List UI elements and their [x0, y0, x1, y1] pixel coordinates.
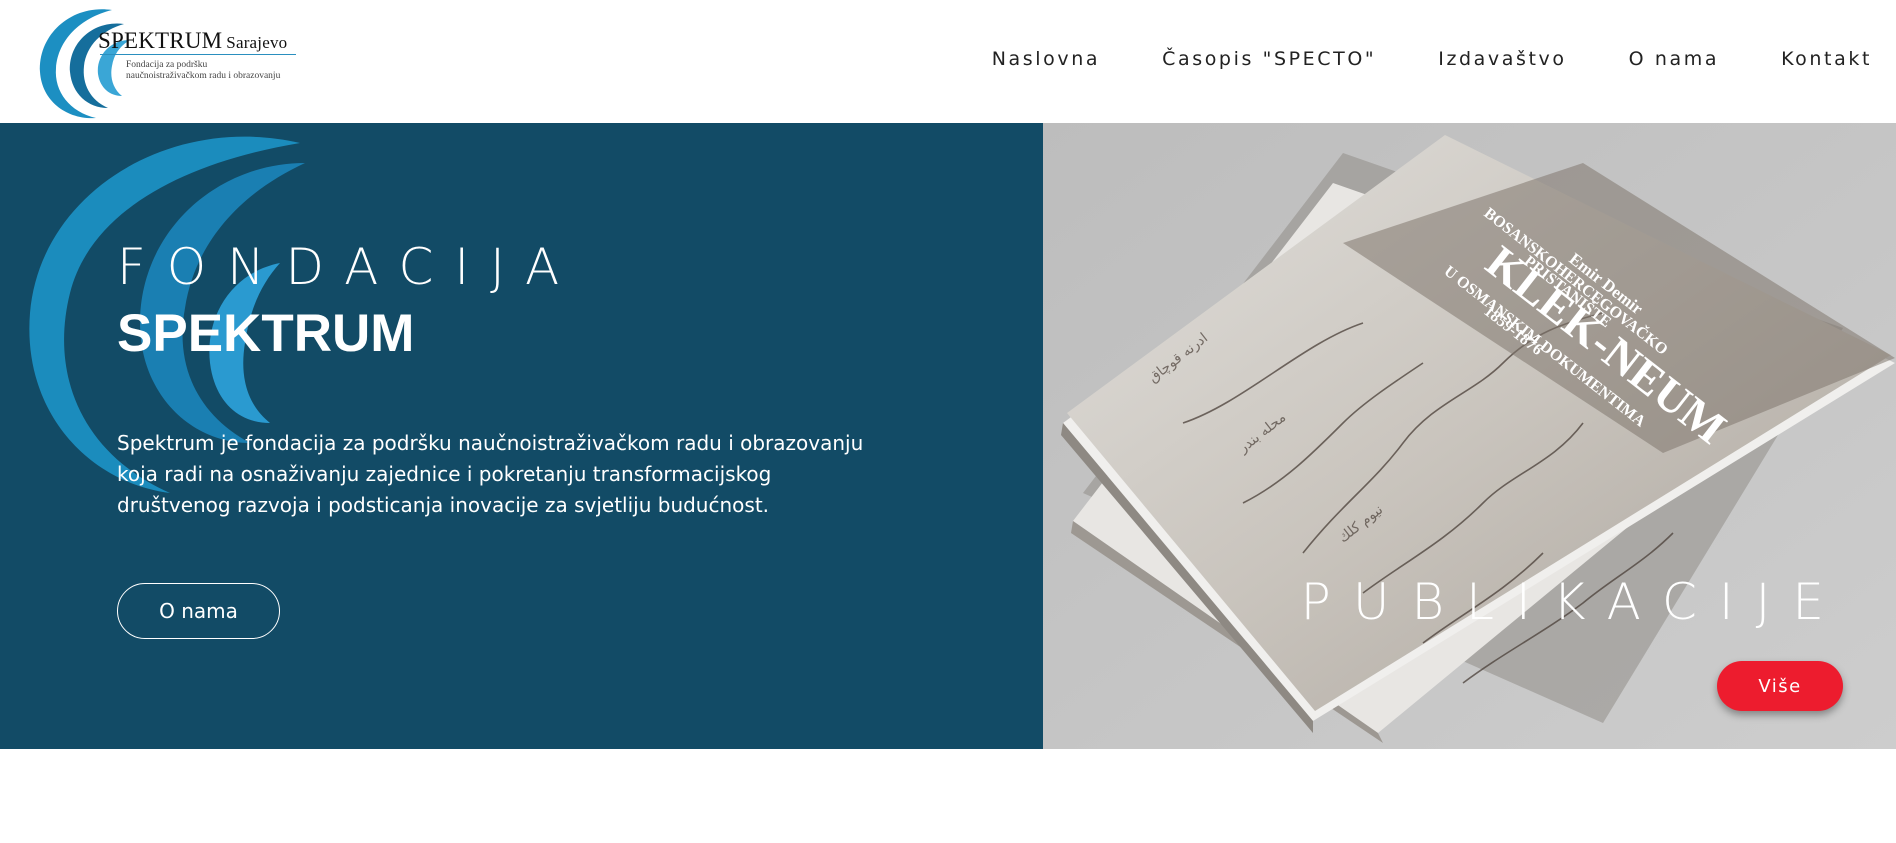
hero-description: Spektrum je fondacija za podršku naučnoi…: [117, 431, 864, 517]
logo[interactable]: SPEKTRUM Sarajevo Fondacija za podršku na…: [34, 4, 304, 120]
site-header: SPEKTRUM Sarajevo Fondacija za podršku na…: [0, 0, 1896, 123]
hero-title: SPEKTRUM: [117, 304, 415, 363]
logo-title: SPEKTRUM Sarajevo: [98, 28, 287, 54]
more-button[interactable]: Više: [1717, 661, 1843, 711]
hero-kicker: FONDACIJA: [117, 238, 581, 296]
publications-title: PUBLIKACIJE: [1300, 573, 1846, 631]
nav-item-casopis[interactable]: Časopis "SPECTO": [1162, 48, 1376, 70]
hero-section: FONDACIJA SPEKTRUM Spektrum je fondacija…: [0, 123, 1043, 749]
nav-item-o-nama[interactable]: O nama: [1629, 48, 1719, 70]
publications-banner: ﺍﺩﺭﻧﻪ ﻗﻮﭼﺎﻕ ﻣﺤﻠﻪ ﺑﻨﺪﺭ ﻧﻴﻮﻡ ﻛﻠﻚ BOSANSKOH…: [1043, 123, 1896, 749]
logo-name: SPEKTRUM: [98, 28, 223, 53]
logo-swirl-icon: [39, 9, 130, 119]
logo-subtitle: Fondacija za podršku naučnoistraživačkom…: [126, 60, 280, 82]
nav-item-naslovna[interactable]: Naslovna: [992, 48, 1100, 70]
logo-city: Sarajevo: [226, 33, 288, 52]
page-content-start: [0, 749, 1896, 843]
nav-item-izdavastvo[interactable]: Izdavaštvo: [1438, 48, 1566, 70]
main-nav: Naslovna Časopis "SPECTO" Izdavaštvo O n…: [930, 48, 1872, 70]
logo-subtitle-line1: Fondacija za podršku: [126, 60, 208, 70]
nav-item-kontakt[interactable]: Kontakt: [1781, 48, 1872, 70]
logo-subtitle-line2: naučnoistraživačkom radu i obrazovanju: [126, 71, 281, 81]
about-button[interactable]: O nama: [117, 583, 280, 639]
logo-divider: [100, 54, 296, 55]
book-image: ﺍﺩﺭﻧﻪ ﻗﻮﭼﺎﻕ ﻣﺤﻠﻪ ﺑﻨﺪﺭ ﻧﻴﻮﻡ ﻛﻠﻚ BOSANSKOH…: [1043, 123, 1896, 749]
